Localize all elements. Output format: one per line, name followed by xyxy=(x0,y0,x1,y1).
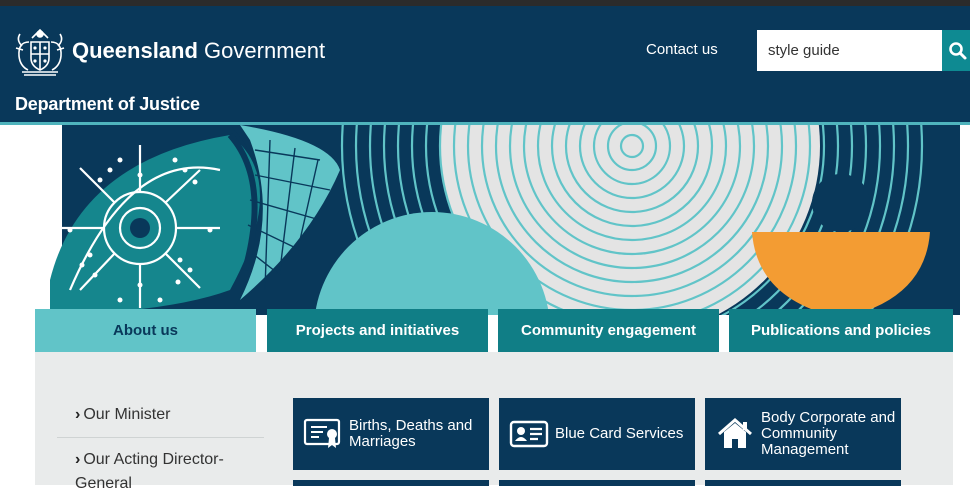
tab-publications-and-policies[interactable]: Publications and policies xyxy=(729,309,953,352)
card-next-row[interactable] xyxy=(705,480,901,486)
tab-projects-and-initiatives[interactable]: Projects and initiatives xyxy=(267,309,488,352)
sidenav-item-label: Our Minister xyxy=(83,406,171,423)
certificate-icon xyxy=(303,418,341,448)
card-label: Births, Deaths and Marriages xyxy=(349,417,473,450)
search-button[interactable] xyxy=(942,30,970,71)
department-title[interactable]: Department of Justice xyxy=(15,94,200,115)
search-icon xyxy=(949,42,967,60)
card-next-row[interactable] xyxy=(499,480,695,486)
chevron-right-icon: › xyxy=(75,451,81,468)
indigenous-artwork-banner xyxy=(50,125,960,315)
contact-us-link[interactable]: Contact us xyxy=(646,41,718,58)
sidenav-item-label: Our Acting Director-General xyxy=(75,451,224,492)
card-body-corporate[interactable]: Body Corporate and Community Management xyxy=(705,398,901,470)
sidenav-item-our-acting-director-general[interactable]: › Our Acting Director-General xyxy=(75,448,265,496)
brand-bold-text: Queensland xyxy=(72,38,198,63)
card-label: Body Corporate and Community Management xyxy=(761,409,896,458)
queensland-crest-logo[interactable] xyxy=(14,24,66,78)
card-next-row[interactable] xyxy=(293,480,489,486)
tab-about-us[interactable]: About us xyxy=(35,309,256,352)
hero-banner xyxy=(0,125,970,315)
brand-wordmark[interactable]: Queensland Government xyxy=(72,38,325,64)
id-card-icon xyxy=(509,420,549,448)
card-births-deaths-marriages[interactable]: Births, Deaths and Marriages xyxy=(293,398,489,470)
chevron-right-icon: › xyxy=(75,406,81,423)
search-input[interactable] xyxy=(757,30,942,71)
card-label: Blue Card Services xyxy=(555,425,684,442)
sidenav-item-our-minister[interactable]: › Our Minister xyxy=(75,403,265,427)
brand-regular-text: Government xyxy=(204,38,326,63)
sidenav-divider xyxy=(57,437,264,438)
site-header: Queensland Government Department of Just… xyxy=(0,6,970,122)
card-blue-card-services[interactable]: Blue Card Services xyxy=(499,398,695,470)
section-tabs: About us Projects and initiatives Commun… xyxy=(35,309,953,352)
home-icon xyxy=(718,418,752,448)
tab-community-engagement[interactable]: Community engagement xyxy=(498,309,719,352)
about-us-panel: › Our Minister › Our Acting Director-Gener… xyxy=(35,352,953,492)
